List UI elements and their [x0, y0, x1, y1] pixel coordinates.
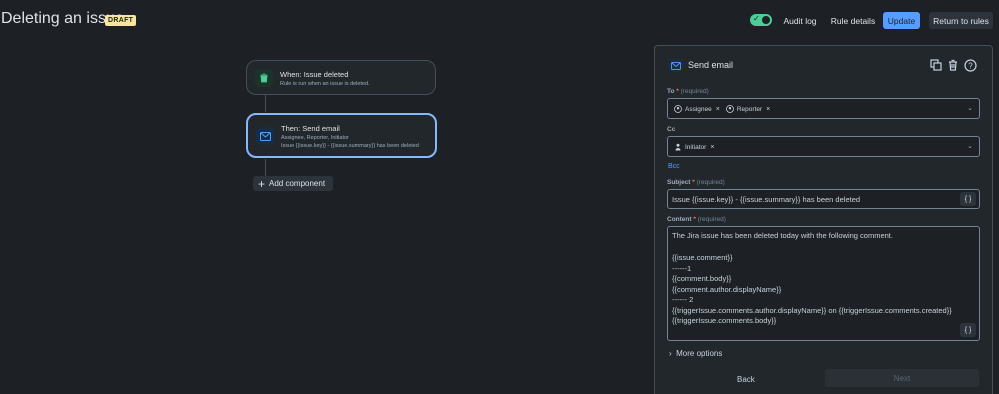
flow-connector — [265, 158, 266, 176]
action-title: Then: Send email — [281, 124, 340, 133]
trash-icon — [255, 69, 273, 87]
person-icon — [675, 143, 681, 151]
content-line: {{comment.author.displayName}} — [672, 285, 782, 294]
content-line: {{triggerIssue.comments.body}} — [672, 316, 777, 325]
flow-connector — [265, 95, 266, 113]
action-node[interactable]: Then: Send email Assignee, Reporter, Ini… — [246, 113, 437, 158]
subject-field[interactable]: Issue {{issue.key}} - {{issue.summary}} … — [667, 189, 980, 209]
recipient-chip[interactable]: Initiator × — [674, 141, 714, 153]
smart-value-button[interactable]: { } — [960, 323, 976, 337]
content-line: The Jira issue has been deleted today wi… — [672, 231, 893, 240]
content-line: {{issue.comment}} — [672, 253, 733, 262]
smart-value-button[interactable]: { } — [960, 192, 976, 206]
copy-icon[interactable] — [929, 58, 943, 72]
recipient-chip[interactable]: Reporter × — [725, 103, 771, 115]
content-line: {{comment.body}} — [672, 274, 732, 283]
next-button[interactable]: Next — [825, 369, 979, 387]
more-options-toggle[interactable]: › More options — [669, 349, 722, 358]
content-textarea[interactable]: The Jira issue has been deleted today wi… — [667, 226, 980, 341]
rule-enabled-toggle[interactable]: ✓ — [750, 14, 772, 26]
mail-icon — [256, 127, 274, 145]
check-icon: ✓ — [753, 14, 760, 23]
to-field[interactable]: Assignee × Reporter × ⌄ — [667, 98, 980, 119]
mail-icon — [669, 59, 683, 72]
bcc-link[interactable]: Bcc — [668, 163, 680, 170]
cc-field[interactable]: Initiator × ⌄ — [667, 136, 980, 157]
subject-label: Subject * (required) — [667, 179, 725, 186]
subject-value: Issue {{issue.key}} - {{issue.summary}} … — [672, 195, 861, 204]
chevron-down-icon[interactable]: ⌄ — [967, 142, 973, 150]
trigger-node[interactable]: When: Issue deleted Rule is run when an … — [246, 60, 436, 95]
user-circle-icon — [674, 105, 682, 113]
return-to-rules-button[interactable]: Return to rules — [929, 12, 993, 29]
update-button[interactable]: Update — [883, 12, 920, 29]
chevron-right-icon: › — [669, 349, 672, 358]
add-component-button[interactable]: + Add component — [253, 176, 333, 191]
add-component-label: Add component — [269, 179, 326, 188]
action-recipients: Assignee, Reporter, Initiator — [281, 135, 349, 141]
user-circle-icon — [725, 105, 734, 113]
remove-chip-icon: × — [710, 143, 715, 151]
to-label: To * (required) — [667, 88, 709, 95]
recipient-chip[interactable]: Assignee × — [674, 103, 720, 115]
remove-chip-icon: × — [715, 105, 720, 113]
help-icon[interactable]: ? — [963, 58, 977, 72]
svg-text:?: ? — [968, 61, 973, 70]
content-line: ------ 2 — [672, 295, 694, 304]
remove-chip-icon: × — [766, 105, 771, 113]
content-line: {{triggerIssue.comments.author.displayNa… — [672, 306, 952, 315]
content-line: ------1 — [672, 264, 692, 273]
cc-label: Cc — [667, 126, 676, 133]
plus-icon: + — [258, 176, 266, 191]
back-button[interactable]: Back — [737, 375, 755, 384]
rule-details-button[interactable]: Rule details — [828, 12, 878, 29]
delete-icon[interactable] — [946, 58, 960, 72]
panel-title: Send email — [688, 60, 734, 70]
trigger-subtitle: Rule is run when an issue is deleted. — [280, 81, 370, 87]
trigger-title: When: Issue deleted — [280, 70, 349, 79]
chevron-down-icon[interactable]: ⌄ — [967, 104, 973, 112]
action-subject: Issue {{issue.key}} - {{issue.summary}} … — [281, 143, 419, 149]
audit-log-button[interactable]: Audit log — [780, 12, 820, 29]
send-email-panel: Send email ? To * (required) Assignee × R… — [654, 45, 993, 394]
toggle-knob — [762, 16, 770, 24]
status-badge: DRAFT — [105, 15, 137, 26]
content-label: Content * (required) — [667, 216, 726, 223]
